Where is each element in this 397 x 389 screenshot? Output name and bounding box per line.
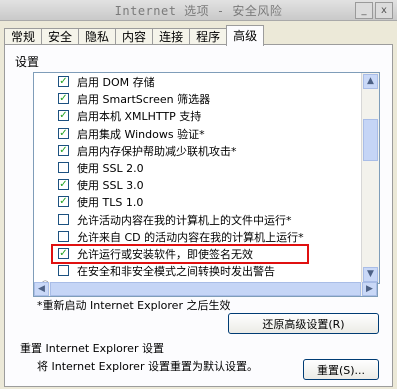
tab-strip: 常规 安全 隐私 内容 连接 程序 高级 (4, 25, 265, 46)
minimize-button[interactable]: _ (355, 2, 373, 19)
settings-list-item[interactable]: ✓ 使用 SSL 3.0 (34, 176, 379, 193)
setting-checkbox[interactable]: ✓ (58, 247, 69, 259)
setting-label: 启用内存保护帮助减少联机攻击* (77, 144, 237, 158)
setting-label: 启用 DOM 存储 (77, 76, 155, 89)
scroll-up-icon[interactable]: ▲ (363, 74, 378, 89)
restart-note: *重新启动 Internet Explorer 之后生效 (37, 299, 231, 312)
setting-label: 允许活动内容在我的计算机上的文件中运行* (77, 213, 292, 227)
setting-checkbox[interactable]: ✓ (58, 196, 69, 208)
window-title: Internet 选项 - 安全风险 (114, 4, 283, 18)
close-button[interactable]: x (375, 2, 393, 19)
setting-label: 启用本机 XMLHTTP 支持 (77, 110, 202, 124)
settings-list-item[interactable]: ✓ 允许运行或安装软件，即使签名无效 (34, 243, 379, 265)
settings-list-item[interactable]: 允许活动内容在我的计算机上的文件中运行* (34, 211, 379, 228)
setting-checkbox[interactable] (58, 230, 69, 242)
setting-checkbox[interactable]: ✓ (58, 76, 69, 87)
settings-label: 设置 (15, 55, 40, 69)
setting-checkbox[interactable] (58, 213, 69, 225)
reset-button[interactable]: 重置(S)... (303, 359, 379, 380)
settings-list-item[interactable]: ✓ 使用 TLS 1.0 (34, 193, 379, 210)
settings-list-item[interactable]: ✓ 启用集成 Windows 验证* (34, 125, 379, 142)
setting-label: 使用 TLS 1.0 (77, 196, 144, 210)
settings-list-item[interactable]: ✓ 启用本机 XMLHTTP 支持 (34, 107, 379, 124)
setting-label: 启用 SmartScreen 筛选器 (77, 93, 211, 107)
setting-checkbox[interactable]: ✓ (58, 127, 69, 139)
setting-label: 允许运行或安装软件，即使签名无效 (77, 247, 253, 261)
settings-list-item[interactable]: 在安全和非安全模式之间转换时发出警告 (34, 262, 379, 279)
settings-list-item[interactable]: ✓ 启用内存保护帮助减少联机攻击* (34, 142, 379, 159)
setting-label: 使用 SSL 3.0 (77, 179, 144, 193)
reset-description: 将 Internet Explorer 设置重置为默认设置。 (37, 360, 258, 373)
settings-list-item[interactable]: 允许来自 CD 的活动内容在我的计算机上运行* (34, 228, 379, 245)
settings-list[interactable]: ✓ 启用 DOM 存储 ✓ 启用 SmartScreen 筛选器 ✓ 启用本机 XMLHT… (33, 72, 380, 284)
setting-checkbox[interactable]: ✓ (58, 179, 69, 191)
setting-checkbox[interactable]: ✓ (58, 93, 69, 105)
setting-label: 在安全和非安全模式之间转换时发出警告 (77, 265, 275, 279)
title-bar: Internet 选项 - 安全风险 _ x (0, 0, 397, 21)
vertical-scrollbar[interactable]: ▲ ▼ (361, 73, 379, 283)
setting-label: 启用集成 Windows 验证* (77, 127, 205, 141)
horizontal-scrollbar[interactable]: ◀ ▶ (33, 282, 378, 297)
scroll-right-icon[interactable]: ▶ (362, 282, 377, 296)
scroll-left-icon[interactable]: ◀ (34, 282, 49, 296)
reset-group-title: 重置 Internet Explorer 设置 (20, 342, 164, 355)
restore-advanced-settings-button[interactable]: 还原高级设置(R) (228, 313, 379, 334)
setting-checkbox[interactable]: ✓ (58, 144, 69, 156)
setting-checkbox[interactable]: ✓ (58, 110, 69, 122)
settings-list-item[interactable]: ✓ 启用 SmartScreen 筛选器 (34, 90, 379, 107)
tab-advanced[interactable]: 高级 (226, 25, 265, 46)
scroll-thumb[interactable] (363, 119, 378, 161)
setting-checkbox[interactable] (58, 161, 69, 173)
scroll-down-icon[interactable]: ▼ (363, 267, 378, 282)
horizontal-scroll-thumb[interactable] (50, 282, 361, 296)
setting-label: 允许来自 CD 的活动内容在我的计算机上运行* (77, 230, 304, 244)
setting-checkbox[interactable] (58, 265, 69, 277)
settings-list-item[interactable]: 使用 SSL 2.0 (34, 159, 379, 176)
settings-list-item[interactable]: ✓ 启用 DOM 存储 (34, 73, 379, 90)
setting-label: 使用 SSL 2.0 (77, 161, 144, 175)
